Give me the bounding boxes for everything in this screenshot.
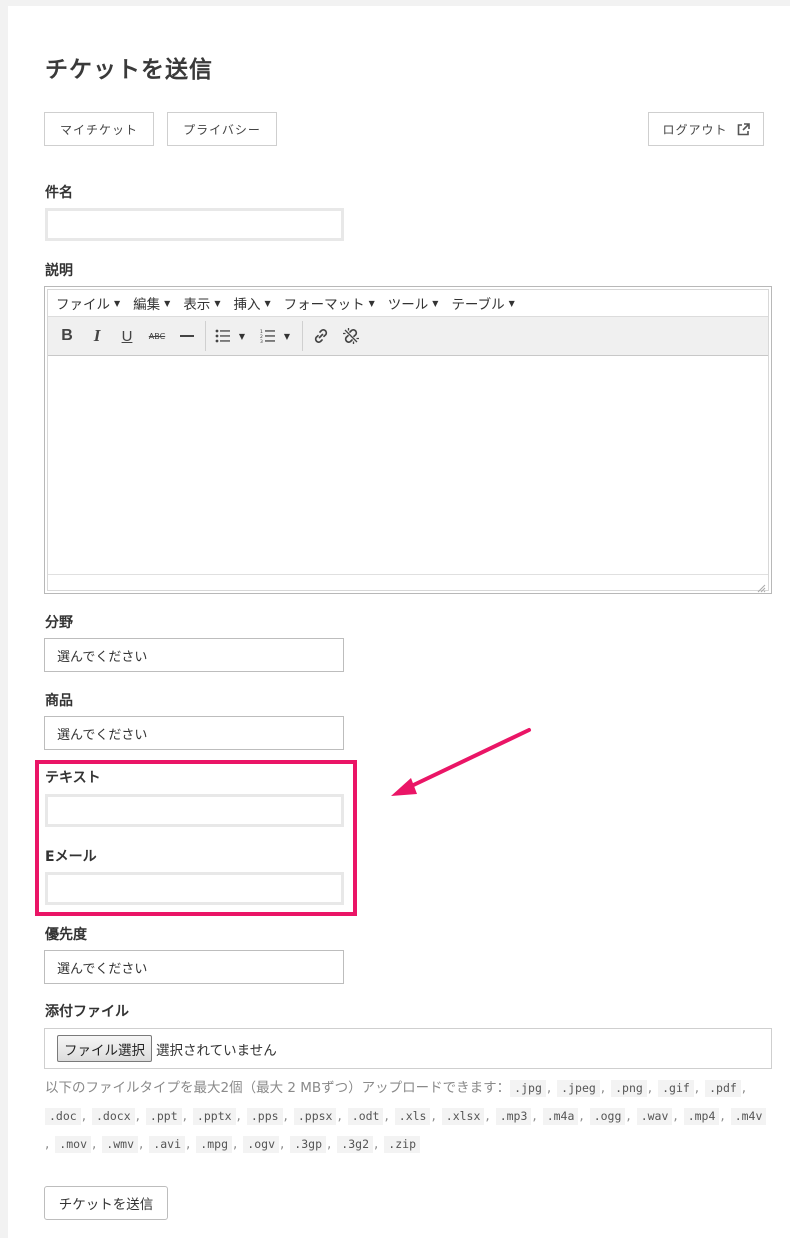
underline-icon[interactable]: U [112,321,142,351]
file-extension: .avi [149,1136,185,1153]
file-status: 選択されていません [156,1042,277,1059]
logout-button[interactable]: ログアウト [648,112,764,146]
numbered-list-icon[interactable]: 123 ▼ [251,321,299,351]
page: チケットを送信 マイチケット プライバシー ログアウト 件名 説明 ファイル ▼ … [8,6,790,1238]
product-label: 商品 [45,693,73,709]
file-extension: .xlsx [441,1108,485,1125]
description-label: 説明 [45,263,73,279]
file-extension: .wmv [102,1136,138,1153]
menu-edit[interactable]: 編集 ▼ [133,293,170,313]
caret-down-icon: ▼ [283,331,291,341]
menu-view[interactable]: 表示 ▼ [183,293,220,313]
file-extension: .mp4 [683,1108,720,1125]
file-extension: .wav [636,1108,673,1125]
attachment-label: 添付ファイル [45,1004,129,1020]
file-extension: .mp3 [495,1108,532,1125]
editor-statusbar [48,574,768,590]
italic-icon[interactable]: I [82,321,112,351]
file-extension: .zip [384,1136,420,1153]
subject-label: 件名 [45,185,73,201]
external-link-icon [737,122,750,136]
file-extension: .mpg [196,1136,232,1153]
file-extension: .3gp [290,1136,326,1153]
file-extension: .3g2 [337,1136,373,1153]
bold-icon[interactable]: B [52,321,82,351]
highlight-box [35,760,357,916]
file-extension: .jpeg [557,1080,600,1097]
file-extension: .ppsx [293,1108,337,1125]
horizontal-rule-icon[interactable] [172,321,202,351]
file-extension: .m4v [730,1108,767,1125]
unlink-icon[interactable] [336,321,366,351]
rich-text-editor: ファイル ▼ 編集 ▼ 表示 ▼ 挿入 ▼ フォーマット ▼ ツール ▼ テーブル ▼ B I… [44,286,772,594]
file-types-note: 以下のファイルタイプを最大2個（最大 2 MBずつ）アップロードできます： .jp… [45,1074,775,1158]
strikethrough-icon[interactable]: ABC [142,321,172,351]
caret-down-icon: ▼ [368,298,375,308]
logout-label: ログアウト [662,122,728,137]
product-select[interactable]: 選んでください [44,716,344,750]
resize-handle-icon[interactable] [756,578,766,593]
editor-content-area[interactable] [48,356,768,574]
menu-format[interactable]: フォーマット ▼ [284,293,375,313]
arrow-icon [391,728,531,796]
file-extension: .pdf [705,1080,741,1097]
priority-select[interactable]: 選んでください [44,950,344,984]
submit-ticket-button[interactable]: チケットを送信 [44,1186,168,1220]
file-input: ファイル選択 選択されていません [44,1028,772,1069]
caret-down-icon: ▼ [264,298,271,308]
caret-down-icon: ▼ [238,331,246,341]
file-types-note-text: 以下のファイルタイプを最大2個（最大 2 MBずつ）アップロードできます： [45,1080,511,1096]
file-extension: .gif [658,1080,694,1097]
file-extension: .odt [347,1108,384,1125]
menu-table[interactable]: テーブル ▼ [451,293,514,313]
bullet-list-icon[interactable]: ▼ [209,321,251,351]
menu-tools[interactable]: ツール ▼ [388,293,439,313]
file-extension: .png [611,1080,647,1097]
caret-down-icon: ▼ [214,298,221,308]
toolbar-separator [302,321,303,351]
caret-down-icon: ▼ [164,298,171,308]
file-extension: .mov [55,1136,91,1153]
privacy-button[interactable]: プライバシー [167,112,277,146]
file-extension: .doc [45,1108,81,1125]
menu-insert[interactable]: 挿入 ▼ [233,293,270,313]
priority-label: 優先度 [45,927,87,943]
file-extension: .pptx [192,1108,236,1125]
file-extension: .ppt [145,1108,182,1125]
caret-down-icon: ▼ [508,298,515,308]
file-extension: .jpg [510,1080,546,1097]
category-label: 分野 [45,615,73,631]
my-tickets-button[interactable]: マイチケット [44,112,154,146]
file-extension: .ogv [243,1136,279,1153]
file-extension: .m4a [542,1108,579,1125]
file-extension: .xls [394,1108,431,1125]
choose-file-button[interactable]: ファイル選択 [57,1035,152,1062]
link-icon[interactable] [306,321,336,351]
editor-toolbar: B I U ABC ▼ 123 ▼ [48,316,768,356]
toolbar-separator [205,321,206,351]
editor-menubar: ファイル ▼ 編集 ▼ 表示 ▼ 挿入 ▼ フォーマット ▼ ツール ▼ テーブル ▼ [48,290,768,316]
page-title: チケットを送信 [45,57,213,83]
caret-down-icon: ▼ [114,298,121,308]
svg-text:3: 3 [260,339,263,343]
file-extension: .ogg [589,1108,626,1125]
file-extension: .pps [246,1108,283,1125]
caret-down-icon: ▼ [432,298,439,308]
category-select[interactable]: 選んでください [44,638,344,672]
menu-file[interactable]: ファイル ▼ [56,293,120,313]
file-extension: .docx [92,1108,135,1125]
subject-input[interactable] [45,208,344,241]
